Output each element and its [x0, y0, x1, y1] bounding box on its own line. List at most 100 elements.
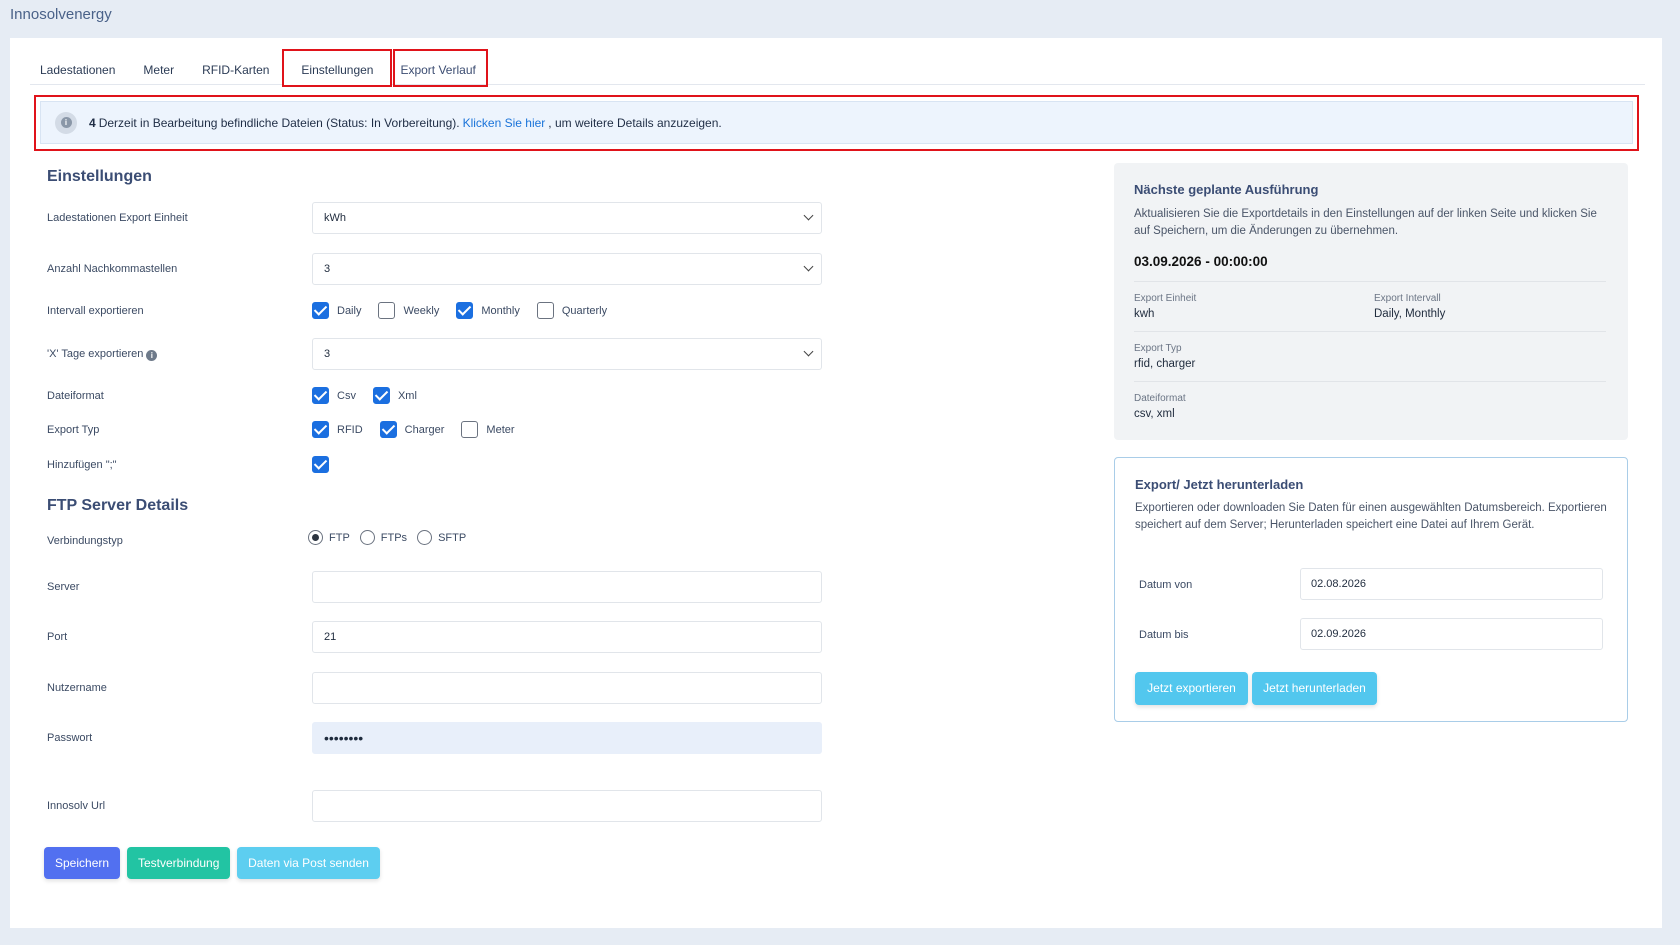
- type-rfid[interactable]: RFID: [312, 421, 363, 438]
- interval-quarterly[interactable]: Quarterly: [536, 302, 608, 319]
- info-tooltip-icon[interactable]: i: [146, 350, 158, 361]
- alert-count: 4: [89, 115, 96, 130]
- divider: [1134, 331, 1606, 332]
- tab-ladestationen[interactable]: Ladestationen: [30, 50, 125, 86]
- date-from-label: Datum von: [1139, 579, 1193, 591]
- format-csv-label: Csv: [337, 389, 356, 402]
- export-unit-value: kWh: [324, 212, 346, 224]
- connection-type-label: Verbindungstyp: [47, 535, 123, 547]
- type-charger-label: Charger: [404, 423, 445, 436]
- info-icon: i: [55, 111, 77, 134]
- type-charger[interactable]: Charger: [379, 421, 445, 438]
- type-meter-label: Meter: [486, 423, 515, 436]
- interval-weekly[interactable]: Weekly: [378, 302, 439, 319]
- export-type-key: Export Typ: [1134, 343, 1182, 354]
- server-label: Server: [47, 581, 80, 593]
- checkbox-checked[interactable]: [312, 421, 329, 438]
- settings-heading: Einstellungen: [47, 168, 152, 185]
- file-format-label: Dateiformat: [47, 390, 104, 402]
- checkbox-checked[interactable]: [312, 302, 329, 319]
- date-from-input[interactable]: 02.08.2026: [1300, 568, 1603, 600]
- chevron-down-icon: [803, 261, 814, 272]
- radio-ftp[interactable]: FTP: [308, 530, 350, 545]
- app-title: Innosolvenergy: [10, 6, 112, 23]
- tab-einstellungen[interactable]: Einstellungen: [282, 49, 393, 87]
- alert-tail: , um weitere Details anzuzeigen.: [548, 115, 722, 130]
- next-run-text: Aktualisieren Sie die Exportdetails in d…: [1134, 208, 1597, 237]
- chevron-down-icon: [803, 346, 814, 357]
- export-now-title: Export/ Jetzt herunterladen: [1135, 477, 1304, 492]
- radio-ftps-label: FTPs: [380, 531, 408, 544]
- url-input[interactable]: [312, 790, 822, 822]
- tab-rfid-karten[interactable]: RFID-Karten: [192, 50, 279, 86]
- interval-options: Daily Weekly Monthly Quarterly: [312, 302, 624, 319]
- alert-text: Derzeit in Bearbeitung befindliche Datei…: [98, 115, 460, 130]
- radio-unselected[interactable]: [417, 530, 433, 545]
- next-run-panel: Nächste geplante Ausführung Aktualisiere…: [1114, 163, 1628, 440]
- port-input[interactable]: 21: [312, 621, 822, 653]
- radio-sftp-label: SFTP: [438, 531, 467, 544]
- interval-weekly-label: Weekly: [403, 304, 440, 317]
- interval-quarterly-label: Quarterly: [561, 304, 608, 317]
- interval-monthly[interactable]: Monthly: [456, 302, 520, 319]
- test-connection-button[interactable]: Testverbindung: [127, 847, 230, 879]
- chevron-down-icon: [803, 210, 814, 221]
- export-unit-label: Ladestationen Export Einheit: [47, 212, 188, 224]
- decimals-select[interactable]: 3: [312, 253, 822, 285]
- date-to-label: Datum bis: [1139, 629, 1189, 641]
- tab-meter[interactable]: Meter: [133, 50, 184, 86]
- processing-alert: i 4 Derzeit in Bearbeitung befindliche D…: [40, 101, 1633, 144]
- checkbox-checked[interactable]: [312, 387, 329, 404]
- interval-label: Intervall exportieren: [47, 305, 144, 317]
- password-input[interactable]: ••••••••: [312, 722, 822, 754]
- date-to-input[interactable]: 02.09.2026: [1300, 618, 1603, 650]
- export-unit-select[interactable]: kWh: [312, 202, 822, 234]
- export-unit-val: kwh: [1134, 308, 1155, 320]
- connection-type-options: FTP FTPs SFTP: [308, 530, 476, 545]
- download-now-button[interactable]: Jetzt herunterladen: [1252, 672, 1377, 705]
- username-input[interactable]: [312, 672, 822, 704]
- x-days-select[interactable]: 3: [312, 338, 822, 370]
- export-interval-key: Export Intervall: [1374, 293, 1441, 304]
- export-now-text: Exportieren oder downloaden Sie Daten fü…: [1135, 502, 1607, 531]
- send-post-button[interactable]: Daten via Post senden: [237, 847, 380, 879]
- append-checkbox[interactable]: [312, 456, 337, 473]
- export-type-options: RFID Charger Meter: [312, 421, 532, 438]
- radio-selected[interactable]: [308, 530, 323, 545]
- username-label: Nutzername: [47, 682, 107, 694]
- file-format-val: csv, xml: [1134, 408, 1175, 420]
- password-label: Passwort: [47, 732, 93, 744]
- checkbox-unchecked[interactable]: [378, 302, 396, 319]
- port-label: Port: [47, 631, 68, 643]
- format-xml[interactable]: Xml: [372, 387, 417, 404]
- type-rfid-label: RFID: [337, 423, 363, 436]
- server-input[interactable]: [312, 571, 822, 603]
- export-unit-key: Export Einheit: [1134, 293, 1197, 304]
- divider: [1134, 281, 1606, 282]
- append-option: [312, 456, 354, 473]
- checkbox-checked[interactable]: [312, 456, 329, 473]
- checkbox-unchecked[interactable]: [536, 302, 554, 319]
- checkbox-checked[interactable]: [379, 421, 397, 438]
- ftp-heading: FTP Server Details: [47, 497, 189, 514]
- radio-sftp[interactable]: SFTP: [417, 530, 466, 545]
- interval-daily[interactable]: Daily: [312, 302, 361, 319]
- tab-bar: Ladestationen Meter RFID-Karten Einstell…: [30, 49, 489, 87]
- next-run-datetime: 03.09.2026 - 00:00:00: [1134, 254, 1268, 269]
- checkbox-checked[interactable]: [456, 302, 474, 319]
- alert-details-link[interactable]: Klicken Sie hier: [463, 116, 546, 130]
- checkbox-checked[interactable]: [372, 387, 390, 404]
- radio-unselected[interactable]: [359, 530, 375, 545]
- interval-monthly-label: Monthly: [481, 304, 520, 317]
- export-now-button[interactable]: Jetzt exportieren: [1135, 672, 1248, 705]
- format-csv[interactable]: Csv: [312, 387, 356, 404]
- save-button[interactable]: Speichern: [44, 847, 120, 879]
- x-days-label-text: 'X' Tage exportieren: [47, 348, 144, 360]
- checkbox-unchecked[interactable]: [461, 421, 479, 438]
- decimals-label: Anzahl Nachkommastellen: [47, 263, 178, 275]
- type-meter[interactable]: Meter: [461, 421, 515, 438]
- url-label: Innosolv Url: [47, 800, 106, 812]
- radio-ftps[interactable]: FTPs: [359, 530, 408, 545]
- tab-export-verlauf[interactable]: Export Verlauf: [393, 49, 489, 87]
- x-days-label: 'X' Tage exportieren i: [47, 348, 158, 361]
